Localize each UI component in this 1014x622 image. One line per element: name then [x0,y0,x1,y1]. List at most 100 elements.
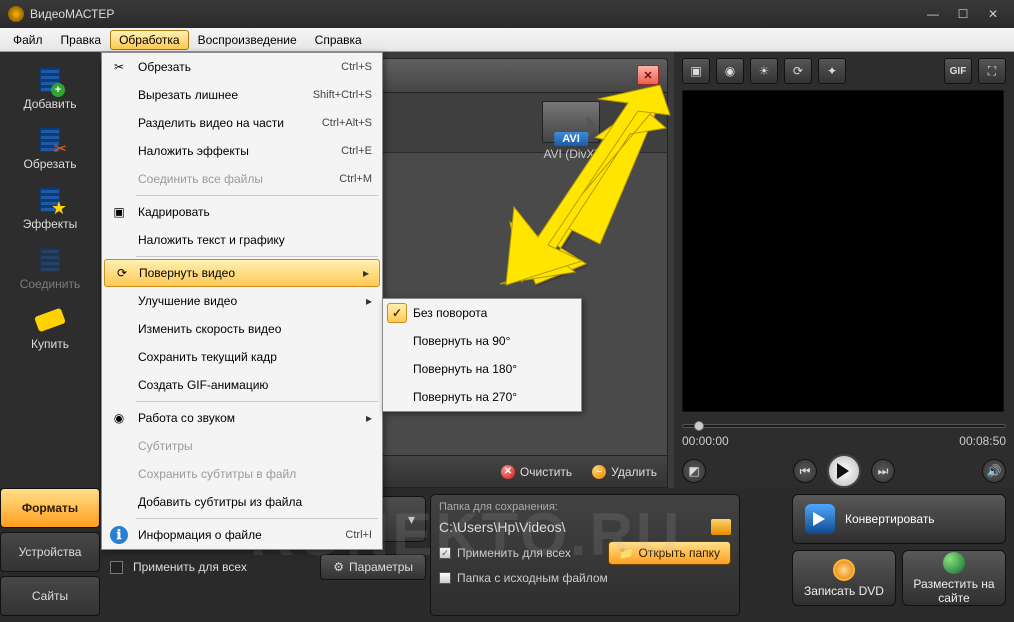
timeline[interactable] [682,420,1006,432]
title-bar: ВидеоМАСТЕР — ☐ ✕ [0,0,1014,28]
menu-item[interactable]: Создать GIF-анимацию [102,371,382,399]
menu-item[interactable]: Наложить текст и графику [102,226,382,254]
file-close-button[interactable]: ✕ [637,65,659,85]
src-folder-label: Папка с исходным файлом [457,571,608,585]
info-icon: ℹ [110,526,128,544]
tab-sites[interactable]: Сайты [0,576,100,616]
levels-tool-icon[interactable]: ☀ [750,58,778,84]
submenu-item[interactable]: Повернуть на 270° [383,383,581,411]
sidebar: +Добавить ✂Обрезать ★Эффекты Соединить К… [0,52,100,488]
menu-item[interactable]: ℹИнформация о файлеCtrl+I [102,521,382,549]
menu-playback[interactable]: Воспроизведение [189,30,306,50]
camera-icon: AVI [542,101,600,143]
menu-item[interactable]: ⟳Повернуть видео▸ [104,259,380,287]
menu-help[interactable]: Справка [306,30,371,50]
apply-all-save-checkbox[interactable]: ✓ [439,547,451,559]
minimize-button[interactable]: — [920,6,946,22]
chevron-right-icon: ▸ [366,294,372,308]
convert-icon [805,504,835,534]
prev-button[interactable]: ⏮ [793,459,817,483]
submenu-item[interactable]: Повернуть на 90° [383,327,581,355]
convert-button[interactable]: Конвертировать [792,494,1006,544]
close-button[interactable]: ✕ [980,6,1006,22]
window-title: ВидеоМАСТЕР [30,7,114,21]
menu-item: Сохранить субтитры в файл [102,460,382,488]
rotate-tool-icon[interactable]: ⟳ [784,58,812,84]
menu-item[interactable]: Изменить скорость видео [102,315,382,343]
open-folder-button[interactable]: 📁Открыть папку [608,541,731,565]
sidebar-add-label: Добавить [23,97,76,111]
menu-item[interactable]: ◉Работа со звуком▸ [102,404,382,432]
play-button[interactable] [827,454,861,488]
chevron-right-icon: ▸ [366,411,372,425]
crop-icon: ▣ [110,203,128,221]
submenu-item[interactable]: ✓Без поворота [383,299,581,327]
tab-formats[interactable]: Форматы [0,488,100,528]
sidebar-effects[interactable]: ★Эффекты [8,180,92,236]
menu-process[interactable]: Обработка [110,30,189,50]
time-current: 00:00:00 [682,434,729,448]
avi-tag: AVI [554,132,588,146]
speed-tool-icon[interactable]: ✦ [818,58,846,84]
apply-all-checkbox[interactable] [110,561,123,574]
app-logo-icon [8,6,24,22]
src-folder-checkbox[interactable] [439,572,451,584]
menu-item[interactable]: Сохранить текущий кадр [102,343,382,371]
brightness-tool-icon[interactable]: ◉ [716,58,744,84]
sidebar-effects-label: Эффекты [23,217,78,231]
chevron-right-icon: ▸ [363,266,369,280]
sidebar-buy[interactable]: Купить [8,300,92,356]
clear-button[interactable]: ✕Очистить [501,465,572,479]
menu-edit[interactable]: Правка [52,30,111,50]
preview-toolbar: ▣ ◉ ☀ ⟳ ✦ GIF ⛶ [682,58,1006,84]
browse-folder-button[interactable] [711,519,731,535]
gear-icon: ⚙ [333,560,344,574]
scissors-icon: ✂ [110,58,128,76]
menu-file[interactable]: Файл [4,30,52,50]
crop-tool-icon[interactable]: ▣ [682,58,710,84]
sidebar-crop-label: Обрезать [24,157,77,171]
rotate-submenu: ✓Без поворотаПовернуть на 90°Повернуть н… [382,298,582,412]
fullscreen-tool-icon[interactable]: ⛶ [978,58,1006,84]
sidebar-join: Соединить [8,240,92,296]
menu-item[interactable]: Разделить видео на частиCtrl+Alt+S [102,109,382,137]
gif-tool-icon[interactable]: GIF [944,58,972,84]
menu-item: Соединить все файлыCtrl+M [102,165,382,193]
preview-column: ▣ ◉ ☀ ⟳ ✦ GIF ⛶ 00:00:00 00:08:50 ◩ ⏮ ⏭ 🔊 [674,52,1014,488]
menu-item[interactable]: ▣Кадрировать [102,198,382,226]
chevron-down-icon: ▾ [408,511,415,528]
save-path: C:\Users\Hp\Videos\ [439,519,703,535]
volume-button[interactable]: 🔊 [982,459,1006,483]
codec-label: AVI (DivX) [533,147,609,161]
sidebar-add[interactable]: +Добавить [8,60,92,116]
globe-icon [943,552,965,574]
sidebar-join-label: Соединить [20,277,81,291]
menu-item[interactable]: Наложить эффектыCtrl+E [102,137,382,165]
sidebar-buy-label: Купить [31,337,69,351]
menu-item: Субтитры [102,432,382,460]
sidebar-crop[interactable]: ✂Обрезать [8,120,92,176]
menu-item[interactable]: Вырезать лишнееShift+Ctrl+S [102,81,382,109]
tab-devices[interactable]: Устройства [0,532,100,572]
menu-item[interactable]: Улучшение видео▸ [102,287,382,315]
params-button[interactable]: ⚙Параметры [320,554,426,580]
apply-all-label: Применить для всех [133,560,247,574]
menu-bar: Файл Правка Обработка Воспроизведение Сп… [0,28,1014,52]
next-button[interactable]: ⏭ [871,459,895,483]
save-title: Папка для сохранения: [439,501,731,513]
time-total: 00:08:50 [959,434,1006,448]
rotate-icon: ⟳ [113,264,131,282]
delete-button[interactable]: –Удалить [592,465,657,479]
publish-button[interactable]: Разместить на сайте [902,550,1006,606]
codec-box[interactable]: AVI AVI (DivX) [533,101,609,161]
menu-item[interactable]: Добавить субтитры из файла [102,488,382,516]
maximize-button[interactable]: ☐ [950,6,976,22]
check-icon: ✓ [387,303,407,323]
menu-item[interactable]: ✂ОбрезатьCtrl+S [102,53,382,81]
dvd-icon [833,559,855,581]
write-dvd-button[interactable]: Записать DVD [792,550,896,606]
submenu-item[interactable]: Повернуть на 180° [383,355,581,383]
disc-icon: ◉ [110,409,128,427]
preview-canvas [682,90,1004,412]
snapshot-button[interactable]: ◩ [682,459,706,483]
